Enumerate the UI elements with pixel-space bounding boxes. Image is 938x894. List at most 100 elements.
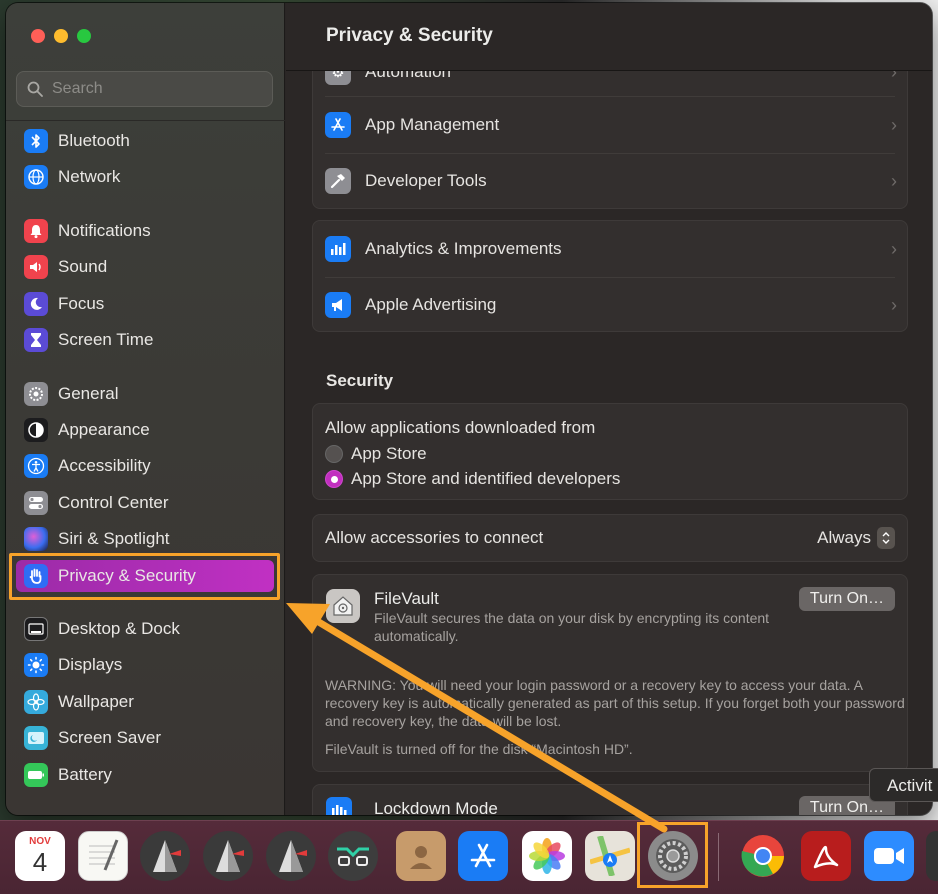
photos-app-icon[interactable] [522, 831, 572, 881]
radio-label: App Store [351, 444, 427, 463]
flower-icon [24, 690, 48, 714]
sidebar-item-label: Focus [58, 294, 105, 313]
app-icon-partial[interactable] [926, 831, 938, 881]
allow-apps-card: Allow applications downloaded from App S… [312, 403, 908, 500]
grapher-app-icon[interactable] [266, 831, 316, 881]
globe-icon [24, 165, 48, 189]
zoom-button[interactable] [77, 29, 91, 43]
chevron-right-icon: › [891, 114, 897, 135]
sidebar-item-screen-saver[interactable]: Screen Saver [16, 722, 274, 754]
bell-icon [24, 219, 48, 243]
textedit-app-icon[interactable] [78, 831, 128, 881]
siri-icon [24, 527, 48, 551]
radio-button-selected[interactable] [325, 470, 343, 488]
radio-button[interactable] [325, 445, 343, 463]
allow-apps-label: Allow applications downloaded from [325, 418, 596, 437]
grapher-app-icon[interactable] [140, 831, 190, 881]
megaphone-icon [325, 292, 351, 318]
dock: NOV 4 [0, 820, 938, 894]
speaker-icon [24, 255, 48, 279]
hammer-icon [325, 168, 351, 194]
sidebar-item-general[interactable]: General [16, 378, 274, 410]
sun-icon [24, 653, 48, 677]
sidebar-item-label: Appearance [58, 420, 150, 439]
window-controls [31, 29, 91, 43]
sidebar-item-label: Bluetooth [58, 131, 130, 150]
toolbar: Privacy & Security [286, 3, 932, 71]
app-store-app-icon[interactable] [458, 831, 508, 881]
row-label: App Management [365, 115, 500, 134]
radio-label: App Store and identified developers [351, 469, 621, 488]
accessibility-icon [24, 454, 48, 478]
row-label: Developer Tools [365, 171, 487, 190]
sidebar-item-displays[interactable]: Displays [16, 649, 274, 681]
sidebar-item-network[interactable]: Network [16, 161, 274, 193]
glasses-app-icon[interactable] [328, 831, 378, 881]
lockdown-title: Lockdown Mode [374, 799, 498, 815]
appearance-icon [24, 418, 48, 442]
sidebar-item-siri-spotlight[interactable]: Siri & Spotlight [16, 523, 274, 555]
sidebar-item-label: Battery [58, 765, 112, 784]
chevron-right-icon: › [891, 170, 897, 191]
maps-app-icon[interactable] [585, 831, 635, 881]
main-panel: Privacy & Security ⚙ Automation › App Ma… [286, 3, 932, 815]
acrobat-app-icon[interactable] [801, 831, 851, 881]
sidebar-item-label: Screen Saver [58, 728, 161, 747]
sidebar: Bluetooth Network Notifications Sound Fo… [6, 3, 285, 815]
chevron-right-icon: › [891, 294, 897, 315]
grapher-app-icon[interactable] [203, 831, 253, 881]
sidebar-item-appearance[interactable]: Appearance [16, 414, 274, 446]
accessories-select[interactable]: Always [817, 527, 895, 549]
sidebar-item-label: Sound [58, 257, 108, 276]
sidebar-item-label: Displays [58, 655, 123, 674]
screensaver-icon [24, 726, 48, 750]
contacts-app-icon[interactable] [396, 831, 446, 881]
sidebar-item-desktop-dock[interactable]: Desktop & Dock [16, 613, 274, 645]
row-label: Analytics & Improvements [365, 239, 562, 258]
radio-app-store[interactable]: App Store [325, 444, 427, 464]
row-app-management[interactable]: App Management › [313, 97, 909, 153]
dock-icon [24, 617, 48, 641]
sidebar-item-bluetooth[interactable]: Bluetooth [16, 125, 274, 157]
selection-highlight-annotation [9, 553, 280, 600]
sidebar-item-sound[interactable]: Sound [16, 251, 274, 283]
search-field[interactable] [16, 71, 273, 107]
dock-highlight-annotation [637, 822, 708, 888]
row-developer-tools[interactable]: Developer Tools › [313, 153, 909, 209]
sidebar-item-notifications[interactable]: Notifications [16, 215, 274, 247]
calendar-day: 4 [32, 847, 48, 877]
sidebar-item-label: General [58, 384, 119, 403]
sidebar-item-label: Control Center [58, 493, 169, 512]
radio-app-store-identified[interactable]: App Store and identified developers [325, 469, 620, 489]
sidebar-item-battery[interactable]: Battery [16, 759, 274, 791]
row-apple-advertising[interactable]: Apple Advertising › [313, 277, 909, 333]
minimize-button[interactable] [54, 29, 68, 43]
sidebar-item-label: Desktop & Dock [58, 619, 180, 638]
bluetooth-icon [24, 129, 48, 153]
row-analytics[interactable]: Analytics & Improvements › [313, 221, 909, 277]
accessories-value: Always [817, 528, 871, 547]
sidebar-item-screen-time[interactable]: Screen Time [16, 324, 274, 356]
search-input[interactable] [52, 80, 252, 98]
accessories-card: Allow accessories to connect Always [312, 514, 908, 562]
row-label: Apple Advertising [365, 295, 497, 314]
sidebar-item-focus[interactable]: Focus [16, 288, 274, 320]
lockdown-card: Lockdown Mode Turn On… [312, 784, 908, 815]
calendar-app-icon[interactable]: NOV 4 [15, 831, 65, 881]
sidebar-item-control-center[interactable]: Control Center [16, 487, 274, 519]
toggles-icon [24, 491, 48, 515]
sidebar-item-wallpaper[interactable]: Wallpaper [16, 686, 274, 718]
hourglass-icon [24, 328, 48, 352]
sidebar-item-accessibility[interactable]: Accessibility [16, 450, 274, 482]
updown-chevron-icon [877, 527, 895, 549]
moon-icon [24, 292, 48, 316]
zoom-app-icon[interactable] [864, 831, 914, 881]
filevault-turn-on-button[interactable]: Turn On… [798, 587, 895, 611]
filevault-title: FileVault [374, 589, 439, 608]
chrome-app-icon[interactable] [738, 831, 788, 881]
filevault-description: FileVault secures the data on your disk … [374, 610, 770, 644]
sidebar-item-label: Screen Time [58, 330, 154, 349]
close-button[interactable] [31, 29, 45, 43]
appstore-icon [325, 112, 351, 138]
dock-separator [718, 833, 719, 881]
